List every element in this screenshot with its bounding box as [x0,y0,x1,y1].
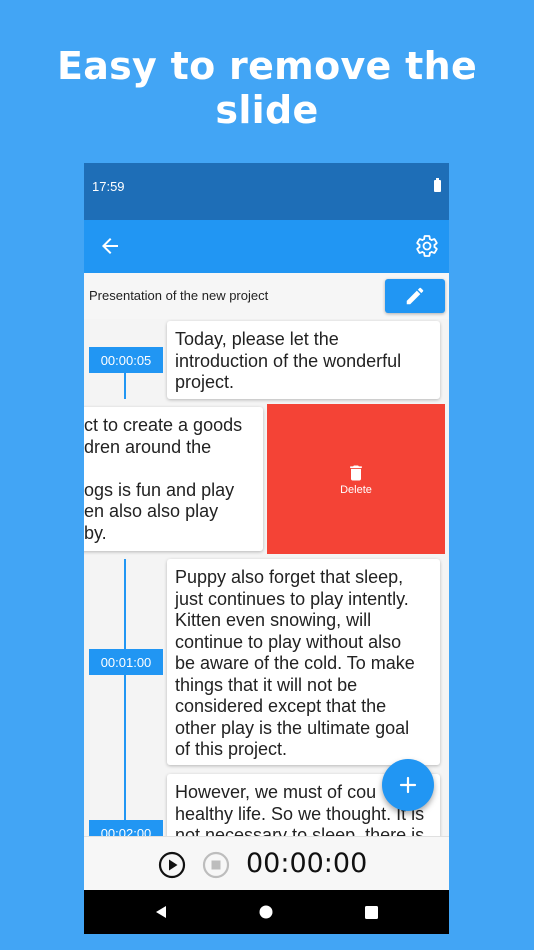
nav-back-icon[interactable] [154,905,168,924]
nav-home-icon[interactable] [259,905,273,924]
slide-time-badge[interactable]: 00:02:00 [89,820,163,836]
phone-screen: 17:59 Presentation of the new project 00… [84,163,449,934]
player-bar: 00:00:00 [84,836,449,890]
gear-icon[interactable] [415,234,439,258]
battery-icon [434,178,441,192]
slide-text: Puppy also forget that sleep, just conti… [175,567,415,759]
slide-text: ct to create a goods dren around the ogs… [84,415,243,543]
trash-icon [350,465,362,481]
status-bar: 17:59 [84,163,449,220]
pencil-icon [406,287,424,305]
slide-time-badge[interactable]: 00:01:00 [89,649,163,675]
edit-button[interactable] [385,279,445,313]
add-slide-button[interactable] [382,759,434,811]
arrow-back-icon[interactable] [98,234,122,258]
play-icon[interactable] [158,851,186,884]
delete-label: Delete [340,484,372,496]
project-title-bar: Presentation of the new project [84,273,449,319]
delete-action-panel[interactable]: Delete [267,404,445,554]
system-nav-bar [84,890,449,934]
timeline-line [124,369,126,399]
status-time: 17:59 [92,179,125,194]
slide-card-swiped[interactable]: ct to create a goods dren around the ogs… [84,407,263,551]
slide-card[interactable]: Today, please let the introduction of th… [167,321,440,399]
project-title: Presentation of the new project [89,288,269,303]
timeline-line [124,559,126,836]
headline: Easy to remove the slide [56,44,478,132]
slide-list[interactable]: 00:00:05 Today, please let the introduct… [84,319,449,836]
playback-time: 00:00:00 [246,848,368,879]
slide-time-badge[interactable]: 00:00:05 [89,347,163,373]
nav-recents-icon[interactable] [365,906,378,924]
slide-text: Today, please let the introduction of th… [175,329,402,392]
stop-icon[interactable] [202,851,230,884]
plus-icon [399,776,417,794]
slide-card[interactable]: Puppy also forget that sleep, just conti… [167,559,440,765]
app-bar [84,220,449,273]
